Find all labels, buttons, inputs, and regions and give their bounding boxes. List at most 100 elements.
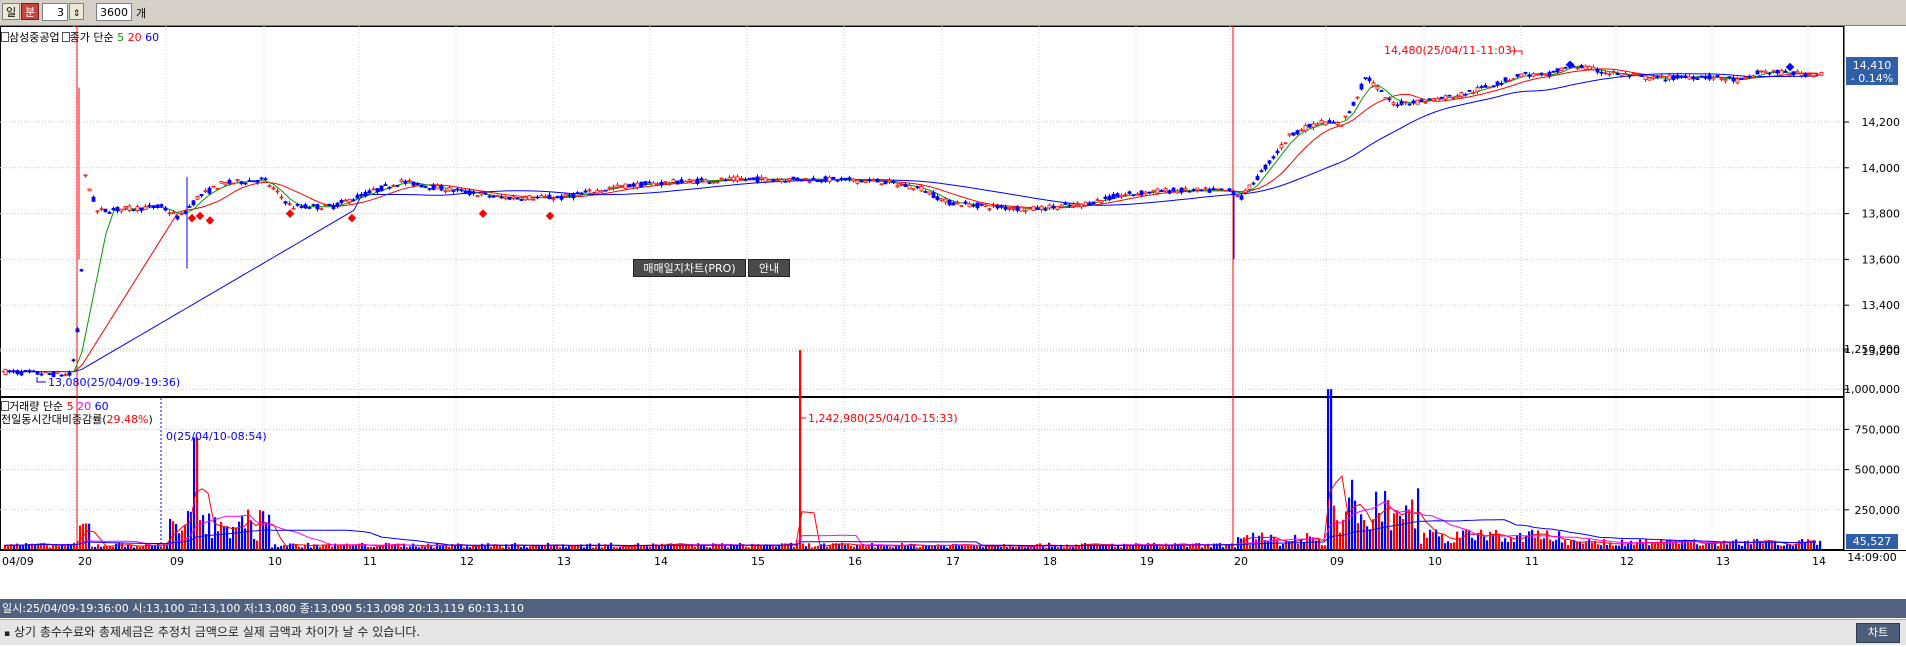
volume-bar bbox=[1411, 499, 1414, 550]
volume-bar bbox=[1582, 543, 1585, 550]
candle-body bbox=[1135, 193, 1140, 196]
candle-body bbox=[1707, 74, 1712, 80]
candle-body bbox=[1811, 75, 1816, 78]
candle-body bbox=[1527, 74, 1532, 77]
volume-bar bbox=[1552, 541, 1555, 550]
candle-body bbox=[1351, 101, 1356, 106]
candle-body bbox=[1743, 76, 1748, 79]
candle-body bbox=[1695, 78, 1700, 80]
candle-body bbox=[807, 181, 812, 183]
candle-body bbox=[331, 204, 336, 210]
volume-bar bbox=[1531, 529, 1534, 550]
candle-body bbox=[1283, 142, 1288, 145]
count-input[interactable]: 3600 bbox=[96, 3, 132, 21]
volume-bar bbox=[772, 545, 775, 550]
candle-body bbox=[159, 204, 164, 207]
chart-area[interactable]: 14,200 14,000 13,800 13,600 13,400 13,200 1,2… bbox=[0, 26, 1906, 587]
candle-body bbox=[171, 211, 176, 215]
candle-body bbox=[731, 176, 736, 181]
candle-body bbox=[663, 181, 668, 183]
candle-body bbox=[343, 199, 348, 202]
volume-bar bbox=[94, 546, 97, 550]
candle-body bbox=[719, 177, 724, 180]
candle-body bbox=[723, 179, 728, 182]
volume-bar bbox=[1705, 543, 1708, 550]
candle-body bbox=[579, 192, 584, 195]
candle-body bbox=[471, 191, 476, 194]
candle-body bbox=[1759, 70, 1764, 73]
candle-body bbox=[703, 179, 708, 183]
volume-bar bbox=[760, 546, 763, 550]
volume-bar bbox=[1798, 540, 1801, 550]
volume-bar bbox=[49, 547, 52, 550]
candle-body bbox=[859, 180, 864, 183]
candle-body bbox=[99, 208, 104, 211]
candle-body bbox=[1675, 74, 1680, 79]
candle-body bbox=[931, 192, 936, 199]
volume-bar bbox=[1099, 545, 1102, 550]
period-minute-button[interactable]: 분 bbox=[21, 3, 39, 20]
candle-body bbox=[791, 176, 796, 180]
volume-bar bbox=[46, 545, 49, 550]
candle-body bbox=[335, 202, 340, 207]
candle-body bbox=[251, 180, 256, 183]
candle-body bbox=[1511, 78, 1516, 81]
volume-tick-label: 1,250,000 bbox=[1844, 343, 1900, 356]
guide-button[interactable]: 안내 bbox=[748, 259, 790, 277]
candle-body bbox=[735, 176, 740, 182]
volume-bar bbox=[202, 515, 205, 550]
candle-body bbox=[131, 209, 136, 212]
candle-body bbox=[795, 177, 800, 181]
fee-notice: 상기 총수수료와 총제세금은 추정치 금액으로 실제 금액과 차이가 날 수 있… bbox=[13, 625, 421, 639]
price-volume-chart[interactable]: 14,20014,00013,80013,60013,40013,200 1,2… bbox=[0, 26, 1906, 587]
volume-bar bbox=[1381, 521, 1384, 550]
candle-body bbox=[143, 206, 148, 211]
candle-body bbox=[515, 197, 520, 200]
candle-body bbox=[1475, 87, 1480, 93]
candle-body bbox=[1639, 74, 1644, 77]
candle-body bbox=[411, 181, 416, 186]
interval-input[interactable]: 3 bbox=[42, 3, 68, 21]
time-tick-label: 18 bbox=[1043, 555, 1057, 568]
candle-body bbox=[187, 205, 192, 208]
candle-body bbox=[1487, 86, 1492, 89]
candle-body bbox=[499, 196, 504, 199]
candle-body bbox=[967, 203, 972, 208]
candle-body bbox=[451, 190, 456, 192]
interval-stepper-button[interactable]: ⇕ bbox=[69, 3, 84, 20]
chart-button[interactable]: 차트 bbox=[1856, 623, 1900, 643]
candle-body bbox=[1751, 75, 1756, 78]
time-tick-label: 14 bbox=[1812, 555, 1826, 568]
candle-body bbox=[127, 205, 132, 211]
volume-bar bbox=[235, 527, 238, 550]
volume-bar bbox=[1246, 535, 1249, 550]
volume-bar bbox=[1717, 545, 1720, 550]
candle-body bbox=[827, 176, 832, 183]
checkbox-icon[interactable] bbox=[61, 32, 70, 42]
volume-bar bbox=[1618, 545, 1621, 550]
candle-body bbox=[491, 195, 496, 198]
price-legend[interactable]: 삼성중공업 종가 단순 5 20 60 bbox=[1, 29, 159, 45]
period-day-button[interactable]: 일 bbox=[2, 3, 20, 20]
checkbox-icon[interactable] bbox=[1, 32, 9, 42]
volume-bar bbox=[115, 543, 118, 550]
checkbox-icon[interactable] bbox=[1, 401, 9, 411]
volume-bar bbox=[1660, 538, 1663, 550]
volume-bar bbox=[430, 546, 433, 550]
time-tick-label: 11 bbox=[363, 555, 377, 568]
candle-body bbox=[275, 190, 280, 193]
volume-bar bbox=[1453, 542, 1456, 550]
volume-bar bbox=[1576, 542, 1579, 550]
candle-body bbox=[1503, 77, 1508, 82]
candle-body bbox=[787, 177, 792, 181]
volume-bar bbox=[1186, 546, 1189, 550]
volume-bar bbox=[1204, 545, 1207, 550]
ratio-value: 29.48% bbox=[106, 413, 149, 426]
candle-body bbox=[1403, 101, 1408, 104]
candle-body bbox=[1423, 101, 1428, 104]
candle-body bbox=[255, 179, 260, 183]
volume-bar bbox=[1336, 520, 1339, 550]
trade-journal-chart-button[interactable]: 매매일지차트(PRO) bbox=[633, 259, 746, 277]
candle-body bbox=[1071, 203, 1076, 207]
time-tick-label: 20 bbox=[78, 555, 92, 568]
